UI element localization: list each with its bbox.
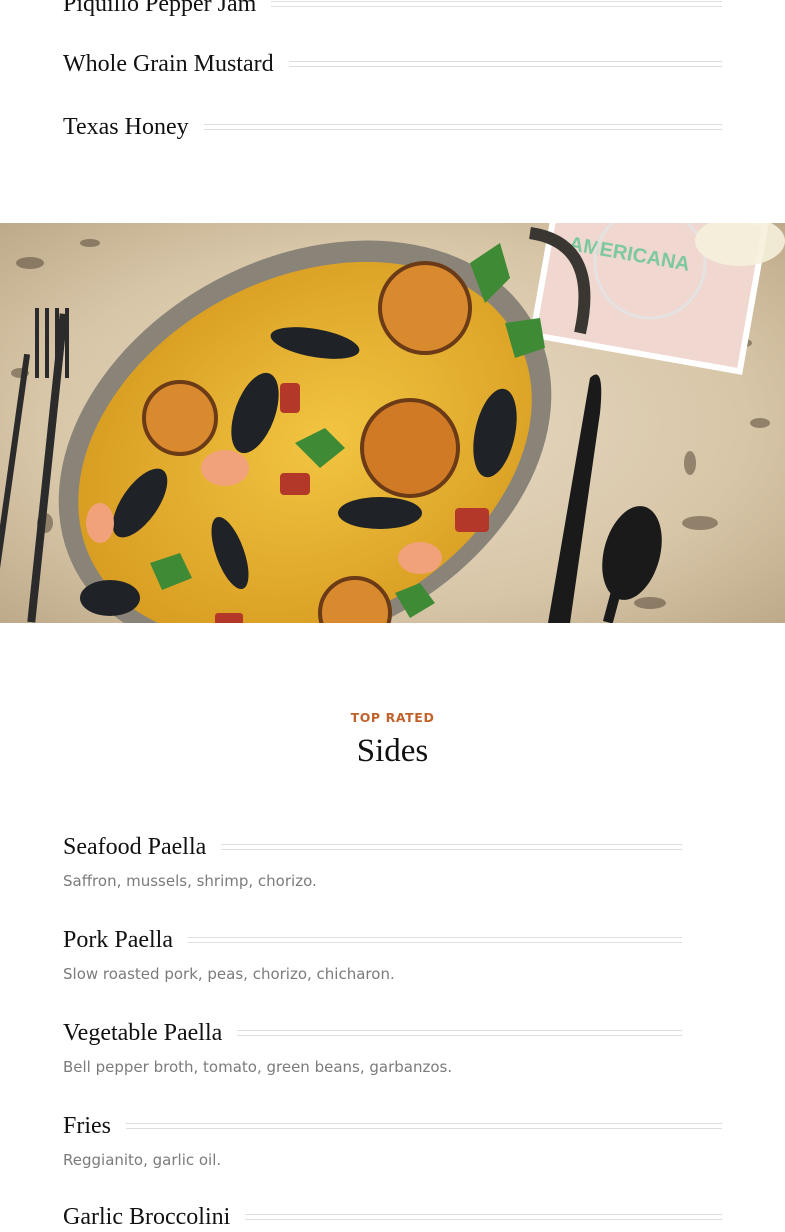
menu-item-name: Garlic Broccolini [63, 1204, 231, 1230]
section-kicker: TOP RATED [350, 710, 435, 725]
section-title: Sides [356, 733, 429, 769]
dotted-leader [245, 1214, 722, 1220]
menu-item-row: Fries [63, 1111, 722, 1141]
hero-food-photo: AMERICANA [0, 223, 785, 623]
menu-item-description: Saffron, mussels, shrimp, chorizo. [63, 872, 317, 890]
menu-item-name: Pork Paella [63, 927, 173, 953]
menu-item-description: Bell pepper broth, tomato, green beans, … [63, 1058, 453, 1076]
menu-item-name: Whole Grain Mustard [63, 51, 274, 77]
menu-item-row: Vegetable Paella [63, 1018, 682, 1048]
menu-item-row: Whole Grain Mustard [63, 49, 722, 79]
menu-item-name: Vegetable Paella [63, 1020, 223, 1046]
dotted-leader [237, 1030, 682, 1036]
dotted-leader [288, 61, 722, 67]
menu-item-name: Piquillo Pepper Jam [63, 0, 257, 17]
menu-item-name: Texas Honey [63, 114, 189, 140]
paella-photo-icon: AMERICANA [0, 223, 785, 623]
dotted-leader [221, 844, 682, 850]
dotted-leader [187, 937, 682, 943]
menu-item-description: Slow roasted pork, peas, chorizo, chicha… [63, 965, 395, 983]
menu-item-row: Seafood Paella [63, 832, 682, 862]
menu-item-row: Garlic Broccolini [63, 1202, 722, 1232]
dotted-leader [126, 1123, 722, 1129]
menu-item-row: Piquillo Pepper Jam [63, 0, 722, 19]
menu-item-name: Seafood Paella [63, 834, 207, 860]
dotted-leader [271, 1, 722, 7]
menu-item-description: Reggianito, garlic oil. [63, 1151, 222, 1169]
menu-item-row: Texas Honey [63, 112, 722, 142]
menu-item-name: Fries [63, 1113, 111, 1139]
dotted-leader [203, 124, 722, 130]
menu-item-row: Pork Paella [63, 925, 682, 955]
